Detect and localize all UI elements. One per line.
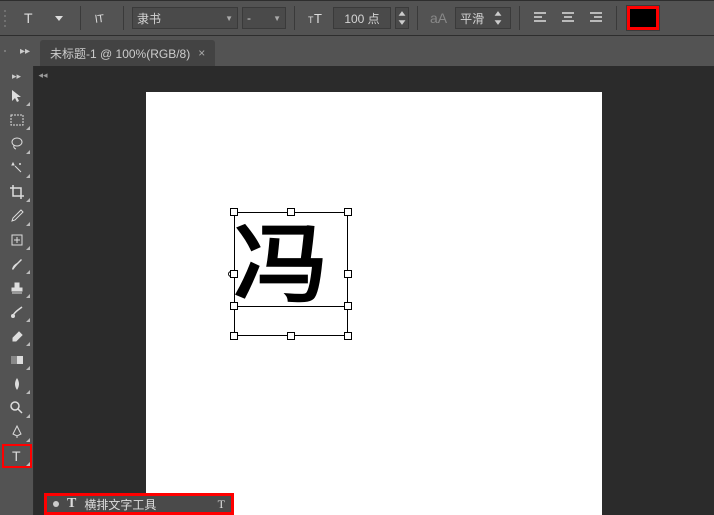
resize-handle[interactable] xyxy=(344,208,352,216)
font-family-dropdown[interactable]: 隶书 ▼ xyxy=(132,7,238,29)
chevron-down-icon: ▼ xyxy=(273,14,281,23)
text-color-swatch[interactable] xyxy=(627,6,659,30)
magic-wand-tool[interactable] xyxy=(3,157,31,179)
document-tabs: ▸▸ 未标题-1 @ 100%(RGB/8) × xyxy=(0,36,714,66)
text-orientation-icon[interactable]: lT xyxy=(89,5,115,31)
divider xyxy=(294,6,295,30)
font-size-icon[interactable]: TT xyxy=(303,5,329,31)
tab-close-icon[interactable]: × xyxy=(198,46,205,60)
align-center-button[interactable] xyxy=(556,7,580,29)
resize-handle[interactable] xyxy=(287,208,295,216)
divider xyxy=(123,6,124,30)
antialias-dropdown[interactable]: 平滑 xyxy=(455,7,511,29)
text-content[interactable]: 冯 xyxy=(234,222,329,308)
antialias-icon: aA xyxy=(426,10,451,26)
options-drag-handle[interactable] xyxy=(4,8,10,28)
text-bounding-box[interactable]: 冯 xyxy=(234,212,348,336)
tabs-expand-icon[interactable]: ▸▸ xyxy=(14,40,36,62)
history-brush-tool[interactable] xyxy=(3,301,31,323)
flyout-shortcut: T xyxy=(218,497,225,512)
resize-handle[interactable] xyxy=(230,208,238,216)
divider xyxy=(80,6,81,30)
healing-brush-tool[interactable] xyxy=(3,229,31,251)
divider xyxy=(519,6,520,30)
canvas-area: ◂◂ 冯 xyxy=(34,66,714,515)
text-tool-preset-icon[interactable]: T xyxy=(16,5,42,31)
blur-tool[interactable] xyxy=(3,373,31,395)
svg-text:T: T xyxy=(314,11,322,26)
divider xyxy=(616,6,617,30)
canvas[interactable]: 冯 xyxy=(146,92,602,515)
lasso-tool[interactable] xyxy=(3,133,31,155)
preset-dropdown-icon[interactable] xyxy=(46,5,72,31)
divider xyxy=(417,6,418,30)
align-right-button[interactable] xyxy=(584,7,608,29)
resize-handle[interactable] xyxy=(287,332,295,340)
stamp-tool[interactable] xyxy=(3,277,31,299)
brush-tool[interactable] xyxy=(3,253,31,275)
font-size-input[interactable]: 100 点 xyxy=(333,7,391,29)
resize-handle[interactable] xyxy=(230,302,238,310)
dodge-tool[interactable] xyxy=(3,397,31,419)
font-family-value: 隶书 xyxy=(137,10,161,27)
gradient-tool[interactable] xyxy=(3,349,31,371)
type-tool[interactable]: T xyxy=(3,445,31,467)
resize-handle[interactable] xyxy=(230,332,238,340)
font-size-value: 100 点 xyxy=(344,10,379,27)
align-left-button[interactable] xyxy=(528,7,552,29)
eraser-tool[interactable] xyxy=(3,325,31,347)
tools-expand-icon[interactable]: ▸▸ xyxy=(2,70,32,82)
antialias-value: 平滑 xyxy=(460,10,484,27)
font-style-dropdown[interactable]: - ▼ xyxy=(242,7,286,29)
tools-panel: ▸▸ T xyxy=(0,66,34,515)
canvas-expand-icon[interactable]: ◂◂ xyxy=(36,68,50,82)
horizontal-type-icon: T xyxy=(67,496,76,512)
flyout-active-dot xyxy=(53,501,59,507)
tab-title: 未标题-1 @ 100%(RGB/8) xyxy=(50,45,190,62)
resize-handle[interactable] xyxy=(344,302,352,310)
resize-handle[interactable] xyxy=(344,332,352,340)
font-style-value: - xyxy=(247,11,251,25)
svg-text:T: T xyxy=(12,448,21,464)
marquee-tool[interactable] xyxy=(3,109,31,131)
resize-handle[interactable] xyxy=(230,270,238,278)
eyedropper-tool[interactable] xyxy=(3,205,31,227)
resize-handle[interactable] xyxy=(344,270,352,278)
svg-text:lT: lT xyxy=(94,13,105,26)
pen-tool[interactable] xyxy=(3,421,31,443)
text-options-bar: T lT 隶书 ▼ - ▼ TT 100 点 aA 平滑 xyxy=(0,0,714,36)
font-size-stepper[interactable] xyxy=(395,7,409,29)
move-tool[interactable] xyxy=(3,85,31,107)
svg-text:T: T xyxy=(24,10,33,26)
type-tool-flyout[interactable]: T 横排文字工具 T xyxy=(44,493,234,515)
document-tab[interactable]: 未标题-1 @ 100%(RGB/8) × xyxy=(40,40,215,66)
tabs-drag-handle[interactable] xyxy=(4,42,10,60)
chevron-down-icon: ▼ xyxy=(225,14,233,23)
flyout-label: 横排文字工具 xyxy=(84,496,156,513)
crop-tool[interactable] xyxy=(3,181,31,203)
